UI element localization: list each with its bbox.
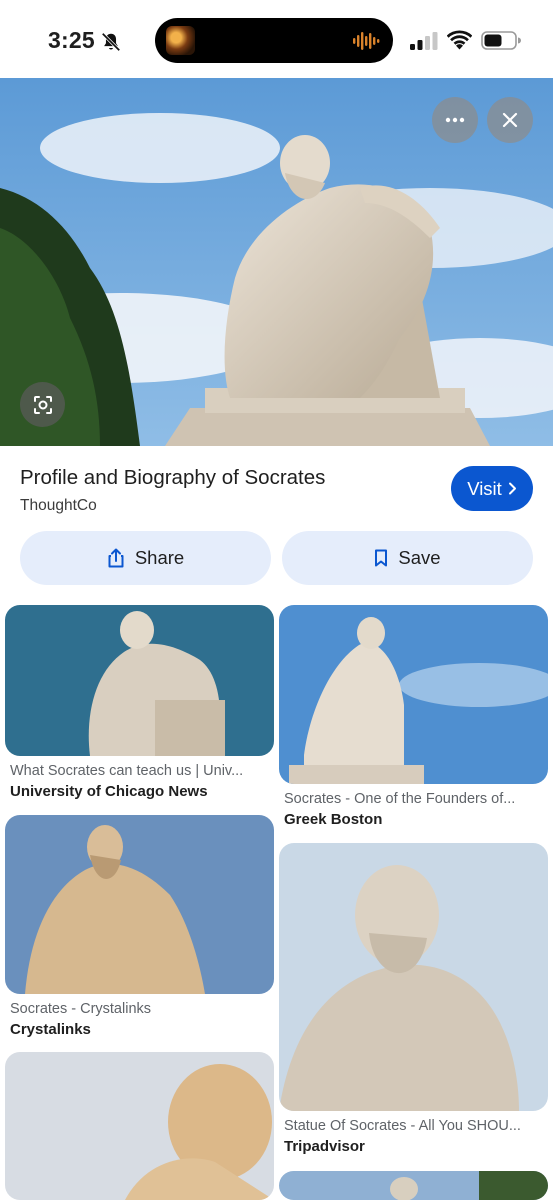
result-caption: Statue Of Socrates - All You SHOU...	[284, 1118, 521, 1134]
result-caption: What Socrates can teach us | Univ...	[10, 763, 244, 779]
result-card[interactable]	[279, 1171, 548, 1200]
result-thumbnail	[5, 815, 274, 994]
close-icon	[502, 112, 518, 128]
result-card[interactable]	[5, 1052, 274, 1200]
visit-label: Visit	[467, 477, 502, 499]
more-options-button[interactable]	[432, 97, 478, 143]
close-button[interactable]	[487, 97, 533, 143]
audio-waveform-icon	[353, 32, 380, 50]
result-card[interactable]: Socrates - Crystalinks Crystalinks	[5, 815, 274, 1040]
result-thumbnail	[279, 1171, 548, 1200]
bell-slash-icon	[101, 32, 121, 52]
status-bar: 3:25	[0, 0, 553, 78]
share-button[interactable]: Share	[20, 531, 271, 585]
save-label: Save	[398, 547, 441, 568]
share-icon	[108, 548, 124, 568]
result-card[interactable]: Socrates - One of the Founders of... Gre…	[279, 605, 548, 830]
share-label: Share	[134, 547, 185, 568]
lens-search-button[interactable]	[20, 382, 65, 427]
result-thumbnail	[5, 1052, 274, 1200]
result-caption: Socrates - One of the Founders of...	[284, 791, 516, 807]
wifi-icon	[447, 30, 472, 50]
dynamic-island[interactable]	[155, 18, 393, 63]
result-title[interactable]: Profile and Biography of Socrates	[20, 466, 325, 490]
bookmark-icon	[375, 549, 388, 567]
result-source: Greek Boston	[284, 811, 383, 828]
result-caption: Socrates - Crystalinks	[10, 1001, 152, 1017]
result-source: University of Chicago News	[10, 783, 208, 800]
lens-search-icon	[33, 395, 52, 414]
result-card[interactable]: What Socrates can teach us | Univ... Uni…	[5, 605, 274, 800]
now-playing-artwork	[166, 26, 195, 55]
result-thumbnail	[279, 843, 548, 1111]
status-time: 3:25	[48, 27, 95, 53]
result-card[interactable]: Statue Of Socrates - All You SHOU... Tri…	[279, 843, 548, 1156]
battery-icon	[481, 31, 521, 50]
result-source: Tripadvisor	[284, 1138, 365, 1155]
hero-image[interactable]	[0, 78, 553, 446]
result-source: Crystalinks	[10, 1021, 91, 1038]
more-horizontal-icon	[445, 117, 465, 123]
chevron-right-icon	[508, 482, 516, 495]
result-thumbnail	[279, 605, 548, 784]
visit-button[interactable]: Visit	[451, 466, 533, 511]
signal-icon	[410, 32, 438, 50]
save-button[interactable]: Save	[282, 531, 533, 585]
result-source: ThoughtCo	[20, 497, 97, 514]
result-thumbnail	[5, 605, 274, 756]
